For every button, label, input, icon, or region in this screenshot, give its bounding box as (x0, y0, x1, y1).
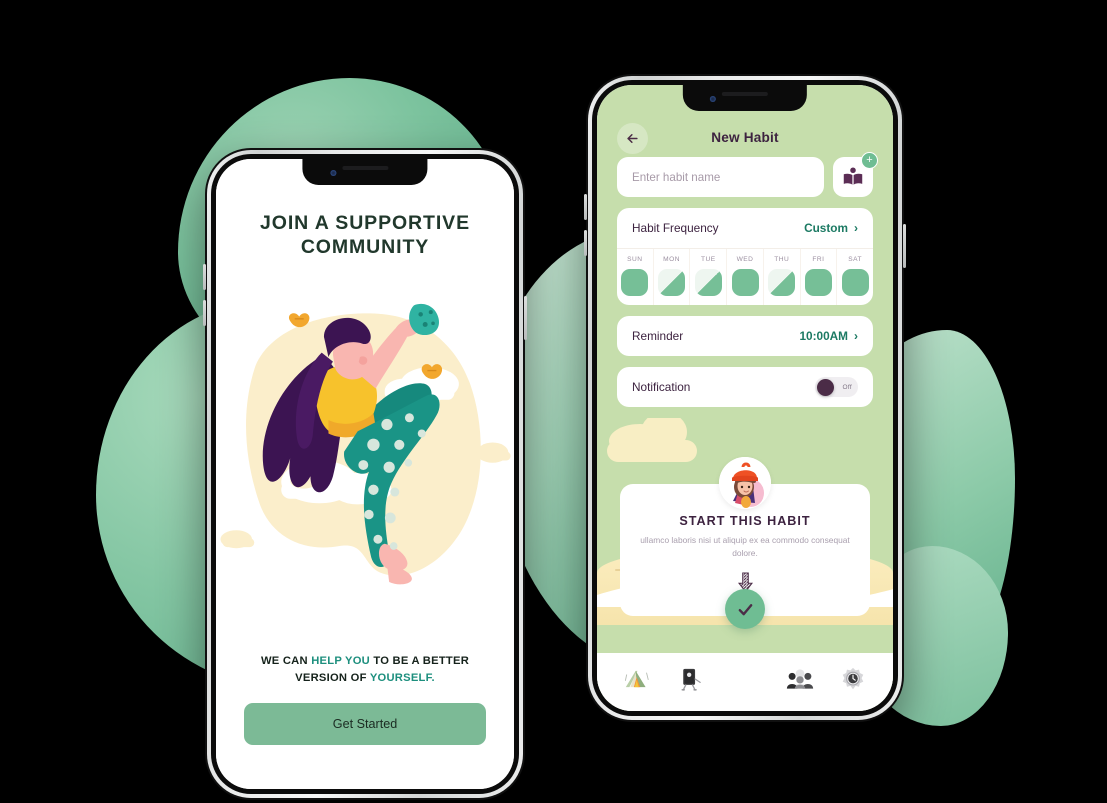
chevron-right-icon: › (854, 329, 858, 343)
promo-title: START THIS HABIT (679, 514, 811, 528)
habit-name-input[interactable] (617, 157, 824, 197)
reminder-label: Reminder (632, 329, 684, 343)
front-camera-left (329, 170, 336, 176)
weekday-chip (658, 269, 686, 296)
toggle-knob (817, 378, 834, 396)
chevron-right-icon: › (854, 221, 858, 235)
power-button-left[interactable] (524, 296, 527, 340)
girl-with-red-beanie-avatar (719, 457, 771, 509)
front-camera-right (710, 96, 717, 102)
add-plus-badge: + (861, 152, 878, 169)
phone-notch-right (682, 85, 808, 111)
notification-row: Notification Off (617, 367, 873, 407)
weekday-chip (804, 269, 832, 296)
habit-scene: START THIS HABIT ullamco laboris nisi ut… (597, 418, 893, 653)
tab-board[interactable] (675, 664, 705, 694)
phone-notch-left (302, 159, 428, 185)
cloud-shape (607, 440, 697, 462)
notification-label: Notification (632, 380, 691, 394)
weekday-wed[interactable]: WED (727, 249, 764, 305)
volume-down-button-left[interactable] (203, 300, 206, 326)
weekday-label: WED (736, 256, 754, 263)
habit-frequency-card: Habit Frequency Custom › SUN MON TUE WED… (617, 208, 873, 305)
habit-frequency-label: Habit Frequency (632, 221, 719, 235)
weekday-label: THU (774, 256, 790, 263)
promo-body: ullamco laboris nisi ut aliquip ex ea co… (640, 535, 850, 558)
phone-mockup-new-habit: New Habit + (584, 74, 906, 722)
onboarding-illustration-wrap (216, 259, 514, 653)
new-habit-form: + Habit Frequency Custom › (597, 152, 893, 418)
weekday-fri[interactable]: FRI (801, 249, 838, 305)
onboarding-title-line2: COMMUNITY (300, 236, 430, 259)
habit-frequency-row[interactable]: Habit Frequency Custom › (617, 208, 873, 248)
habit-icon-picker-button[interactable]: + (833, 152, 878, 197)
habit-frequency-value: Custom (804, 221, 848, 235)
weekday-tue[interactable]: TUE (690, 249, 728, 305)
clock-gear-icon (842, 667, 863, 690)
weekday-sat[interactable]: SAT (837, 249, 873, 305)
easel-board-icon (681, 668, 701, 691)
woman-jumping-in-clouds-illustration (220, 304, 511, 585)
weekday-chip (841, 269, 869, 296)
habit-frequency-value-group: Custom › (804, 221, 858, 235)
screenshot-canvas: New Habit + (0, 0, 1107, 803)
tent-icon (624, 670, 649, 688)
people-group-icon (786, 669, 813, 689)
habit-name-row: + (617, 152, 878, 197)
weekday-label: MON (663, 256, 681, 263)
onboarding-subtitle: WE CAN HELP YOU TO BE A BETTER VERSION O… (242, 653, 488, 687)
bottom-tab-bar (597, 653, 893, 711)
weekday-chip (694, 269, 722, 296)
subtitle-highlight1: HELP YOU (311, 655, 370, 668)
volume-up-button-left[interactable] (203, 264, 206, 290)
notification-toggle[interactable]: Off (815, 377, 858, 397)
subtitle-highlight2: YOURSELF. (369, 672, 435, 685)
tab-tent[interactable] (622, 664, 652, 694)
subtitle-part1: WE CAN (260, 655, 312, 668)
reminder-card: Reminder 10:00AM › (617, 316, 873, 356)
weekday-chip (768, 269, 796, 296)
weekday-mon[interactable]: MON (654, 249, 691, 305)
notification-card: Notification Off (617, 367, 873, 407)
weekday-thu[interactable]: THU (764, 249, 801, 305)
volume-up-button-right[interactable] (584, 194, 587, 220)
weekday-label: TUE (700, 256, 716, 263)
weekday-label: FRI (812, 256, 825, 263)
screen-onboarding: JOIN A SUPPORTIVE COMMUNITY WE CAN HELP … (216, 159, 514, 789)
weekday-chip (731, 269, 759, 296)
reminder-value-group: 10:00AM › (799, 329, 858, 343)
screen-new-habit: New Habit + (597, 85, 893, 711)
reminder-row[interactable]: Reminder 10:00AM › (617, 316, 873, 356)
tab-people[interactable] (785, 664, 815, 694)
earpiece-speaker-right (722, 92, 768, 96)
check-icon (738, 603, 752, 615)
power-button-right[interactable] (903, 224, 906, 268)
onboarding-title-line1: JOIN A SUPPORTIVE (260, 212, 470, 234)
earpiece-speaker-left (342, 166, 388, 170)
onboarding-title: JOIN A SUPPORTIVE COMMUNITY (240, 211, 490, 259)
onboarding-screen: JOIN A SUPPORTIVE COMMUNITY WE CAN HELP … (216, 159, 514, 789)
get-started-button[interactable]: Get Started (244, 703, 486, 745)
weekday-chip (621, 269, 649, 296)
weekday-selector: SUN MON TUE WED THU FRI SAT (617, 248, 873, 305)
new-habit-screen: New Habit + (597, 85, 893, 711)
weekday-label: SUN (627, 256, 643, 263)
volume-down-button-right[interactable] (584, 230, 587, 256)
tab-clock[interactable] (838, 664, 868, 694)
avatar (719, 457, 771, 509)
phone-mockup-onboarding: JOIN A SUPPORTIVE COMMUNITY WE CAN HELP … (203, 148, 527, 800)
reminder-value: 10:00AM (799, 329, 848, 343)
page-title: New Habit (711, 130, 779, 145)
weekday-label: SAT (848, 256, 863, 263)
weekday-sun[interactable]: SUN (617, 249, 654, 305)
open-book-icon (843, 167, 863, 185)
confirm-habit-button[interactable] (725, 589, 765, 629)
toggle-state-label: Off (842, 383, 852, 391)
